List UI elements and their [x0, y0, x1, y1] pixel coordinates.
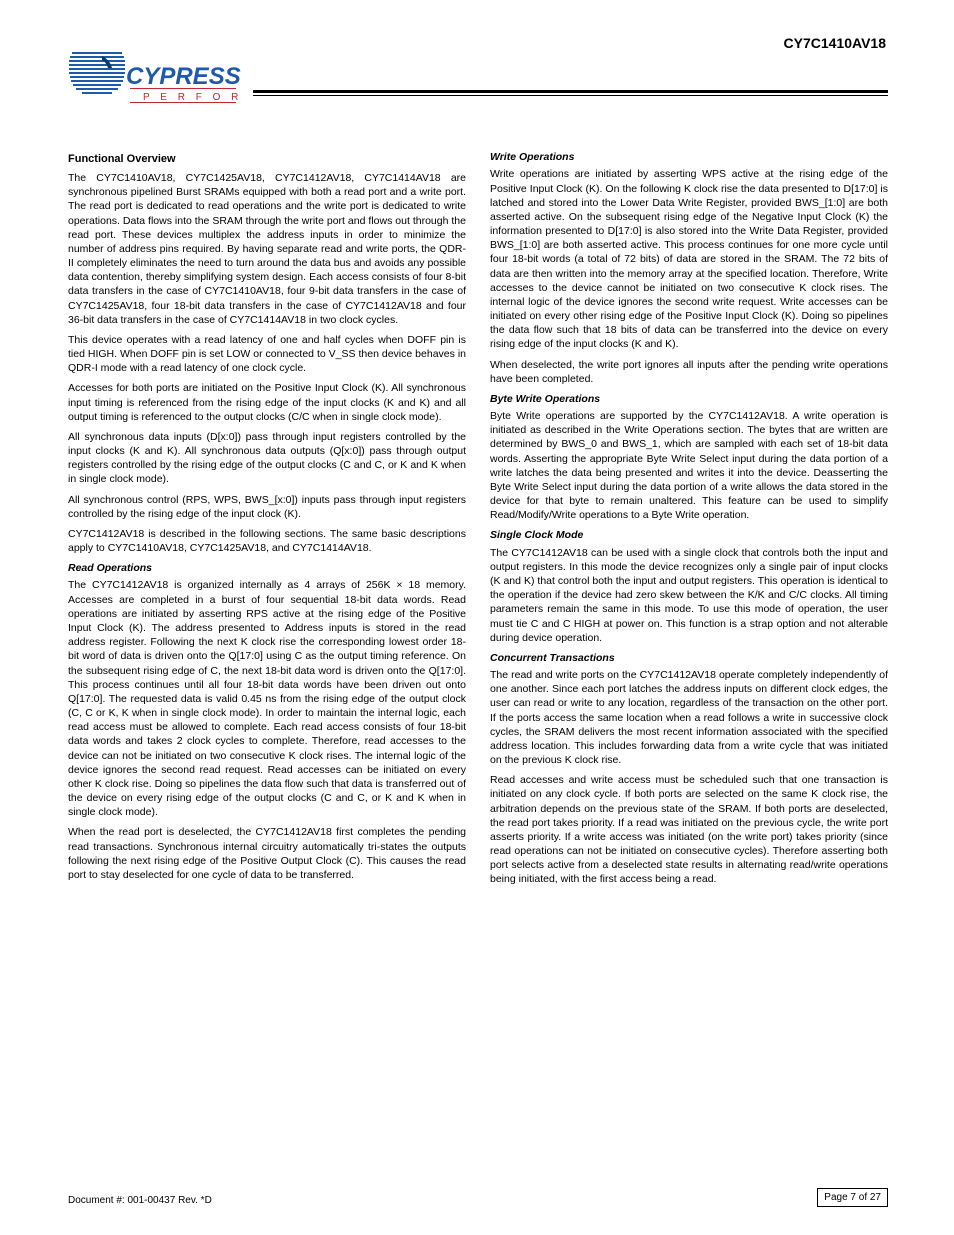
footer-left: Document #: 001-00437 Rev. *D	[68, 1194, 212, 1208]
para: Byte Write operations are supported by t…	[490, 409, 888, 522]
para: This device operates with a read latency…	[68, 333, 466, 376]
para: The CY7C1410AV18, CY7C1425AV18, CY7C1412…	[68, 171, 466, 327]
para: When the read port is deselected, the CY…	[68, 825, 466, 882]
para: Accesses for both ports are initiated on…	[68, 381, 466, 424]
para: All synchronous data inputs (D[x:0]) pas…	[68, 430, 466, 487]
left-column: Functional Overview The CY7C1410AV18, CY…	[68, 144, 466, 892]
heading-concurrent: Concurrent Transactions	[490, 651, 888, 665]
cypress-logo: CYPRESS P E R F O R M	[68, 38, 243, 130]
heading-single-clock: Single Clock Mode	[490, 528, 888, 542]
page: CYPRESS P E R F O R M CY7C1410AV18 Funct…	[0, 0, 954, 1235]
svg-text:CYPRESS: CYPRESS	[126, 63, 241, 90]
svg-text:P E R F O R M: P E R F O R M	[143, 92, 243, 103]
heading-functional-overview: Functional Overview	[68, 152, 466, 167]
para: The read and write ports on the CY7C1412…	[490, 668, 888, 767]
para: Write operations are initiated by assert…	[490, 167, 888, 351]
para: When deselected, the write port ignores …	[490, 358, 888, 386]
para: CY7C1412AV18 is described in the followi…	[68, 527, 466, 555]
part-number: CY7C1410AV18	[784, 34, 886, 53]
heading-byte-write: Byte Write Operations	[490, 392, 888, 406]
para: All synchronous control (RPS, WPS, BWS_[…	[68, 493, 466, 521]
header: CYPRESS P E R F O R M	[68, 38, 888, 130]
para: Read accesses and write access must be s…	[490, 773, 888, 886]
heading-read-operations: Read Operations	[68, 561, 466, 575]
para: The CY7C1412AV18 is organized internally…	[68, 578, 466, 819]
heading-write-operations: Write Operations	[490, 150, 888, 164]
para: The CY7C1412AV18 can be used with a sing…	[490, 546, 888, 645]
content-columns: Functional Overview The CY7C1410AV18, CY…	[68, 144, 888, 892]
footer: Document #: 001-00437 Rev. *D Page 7 of …	[68, 1188, 888, 1208]
right-column: Write Operations Write operations are in…	[490, 144, 888, 892]
header-rule	[253, 90, 888, 96]
footer-right: Page 7 of 27	[817, 1188, 888, 1208]
